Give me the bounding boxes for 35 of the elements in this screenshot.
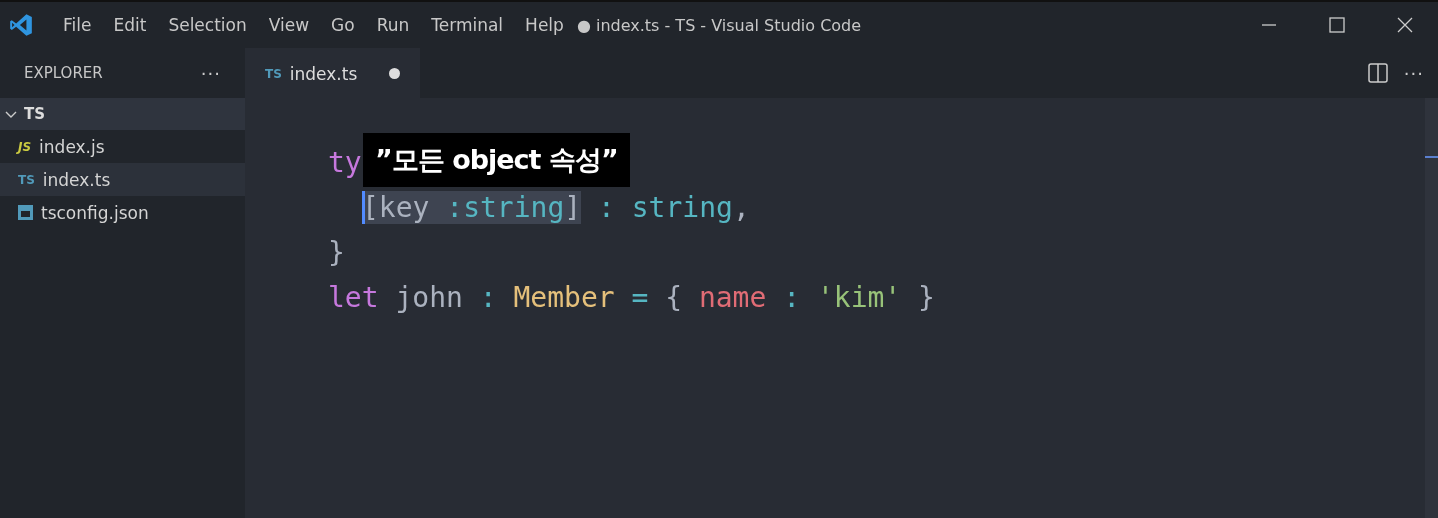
unsaved-dot-icon [389,68,400,79]
code-line: ty [328,145,362,181]
explorer-title: EXPLORER [24,64,103,82]
menu-item[interactable]: View [257,15,321,35]
more-actions-button[interactable]: ··· [200,62,221,84]
explorer-entry[interactable]: tsconfig.json [0,196,245,229]
window-title: ● index.ts - TS - Visual Studio Code [576,15,862,35]
code-line: [key :string] : string, [361,190,750,226]
file-name: tsconfig.json [41,202,149,223]
menu-item[interactable]: Help [514,15,575,35]
folder-label: TS [24,105,46,123]
code-line: let john : Member = { name : 'kim' } [328,280,935,316]
maximize-icon[interactable] [1329,17,1345,33]
menu-item[interactable]: Terminal [420,15,515,35]
file-type-label: JS [18,139,32,154]
more-actions-button[interactable]: ··· [1403,62,1424,84]
editor-tab[interactable]: TS index.ts [245,48,420,98]
folder-row[interactable]: TS [0,98,245,130]
app-logo-icon [8,12,34,38]
close-icon[interactable] [1397,17,1413,33]
file-type-label: TS [18,172,35,187]
menu-item[interactable]: Go [320,15,366,35]
file-name: index.js [39,136,105,157]
file-name: index.ts [42,169,111,190]
explorer-entry[interactable]: TS index.ts [0,163,245,196]
explorer-entry[interactable]: JS index.js [0,130,245,163]
menu-item[interactable]: File [52,15,103,35]
scrollbar[interactable] [1425,98,1438,518]
menu-item[interactable]: Selection [157,15,258,35]
menu-item[interactable]: Edit [102,15,158,35]
split-editor-icon[interactable] [1367,63,1388,83]
caption-overlay: ”모든 object 속성” [363,133,630,187]
menu-item[interactable]: Run [365,15,421,35]
file-icon [18,205,33,220]
code-line: } [328,235,345,271]
